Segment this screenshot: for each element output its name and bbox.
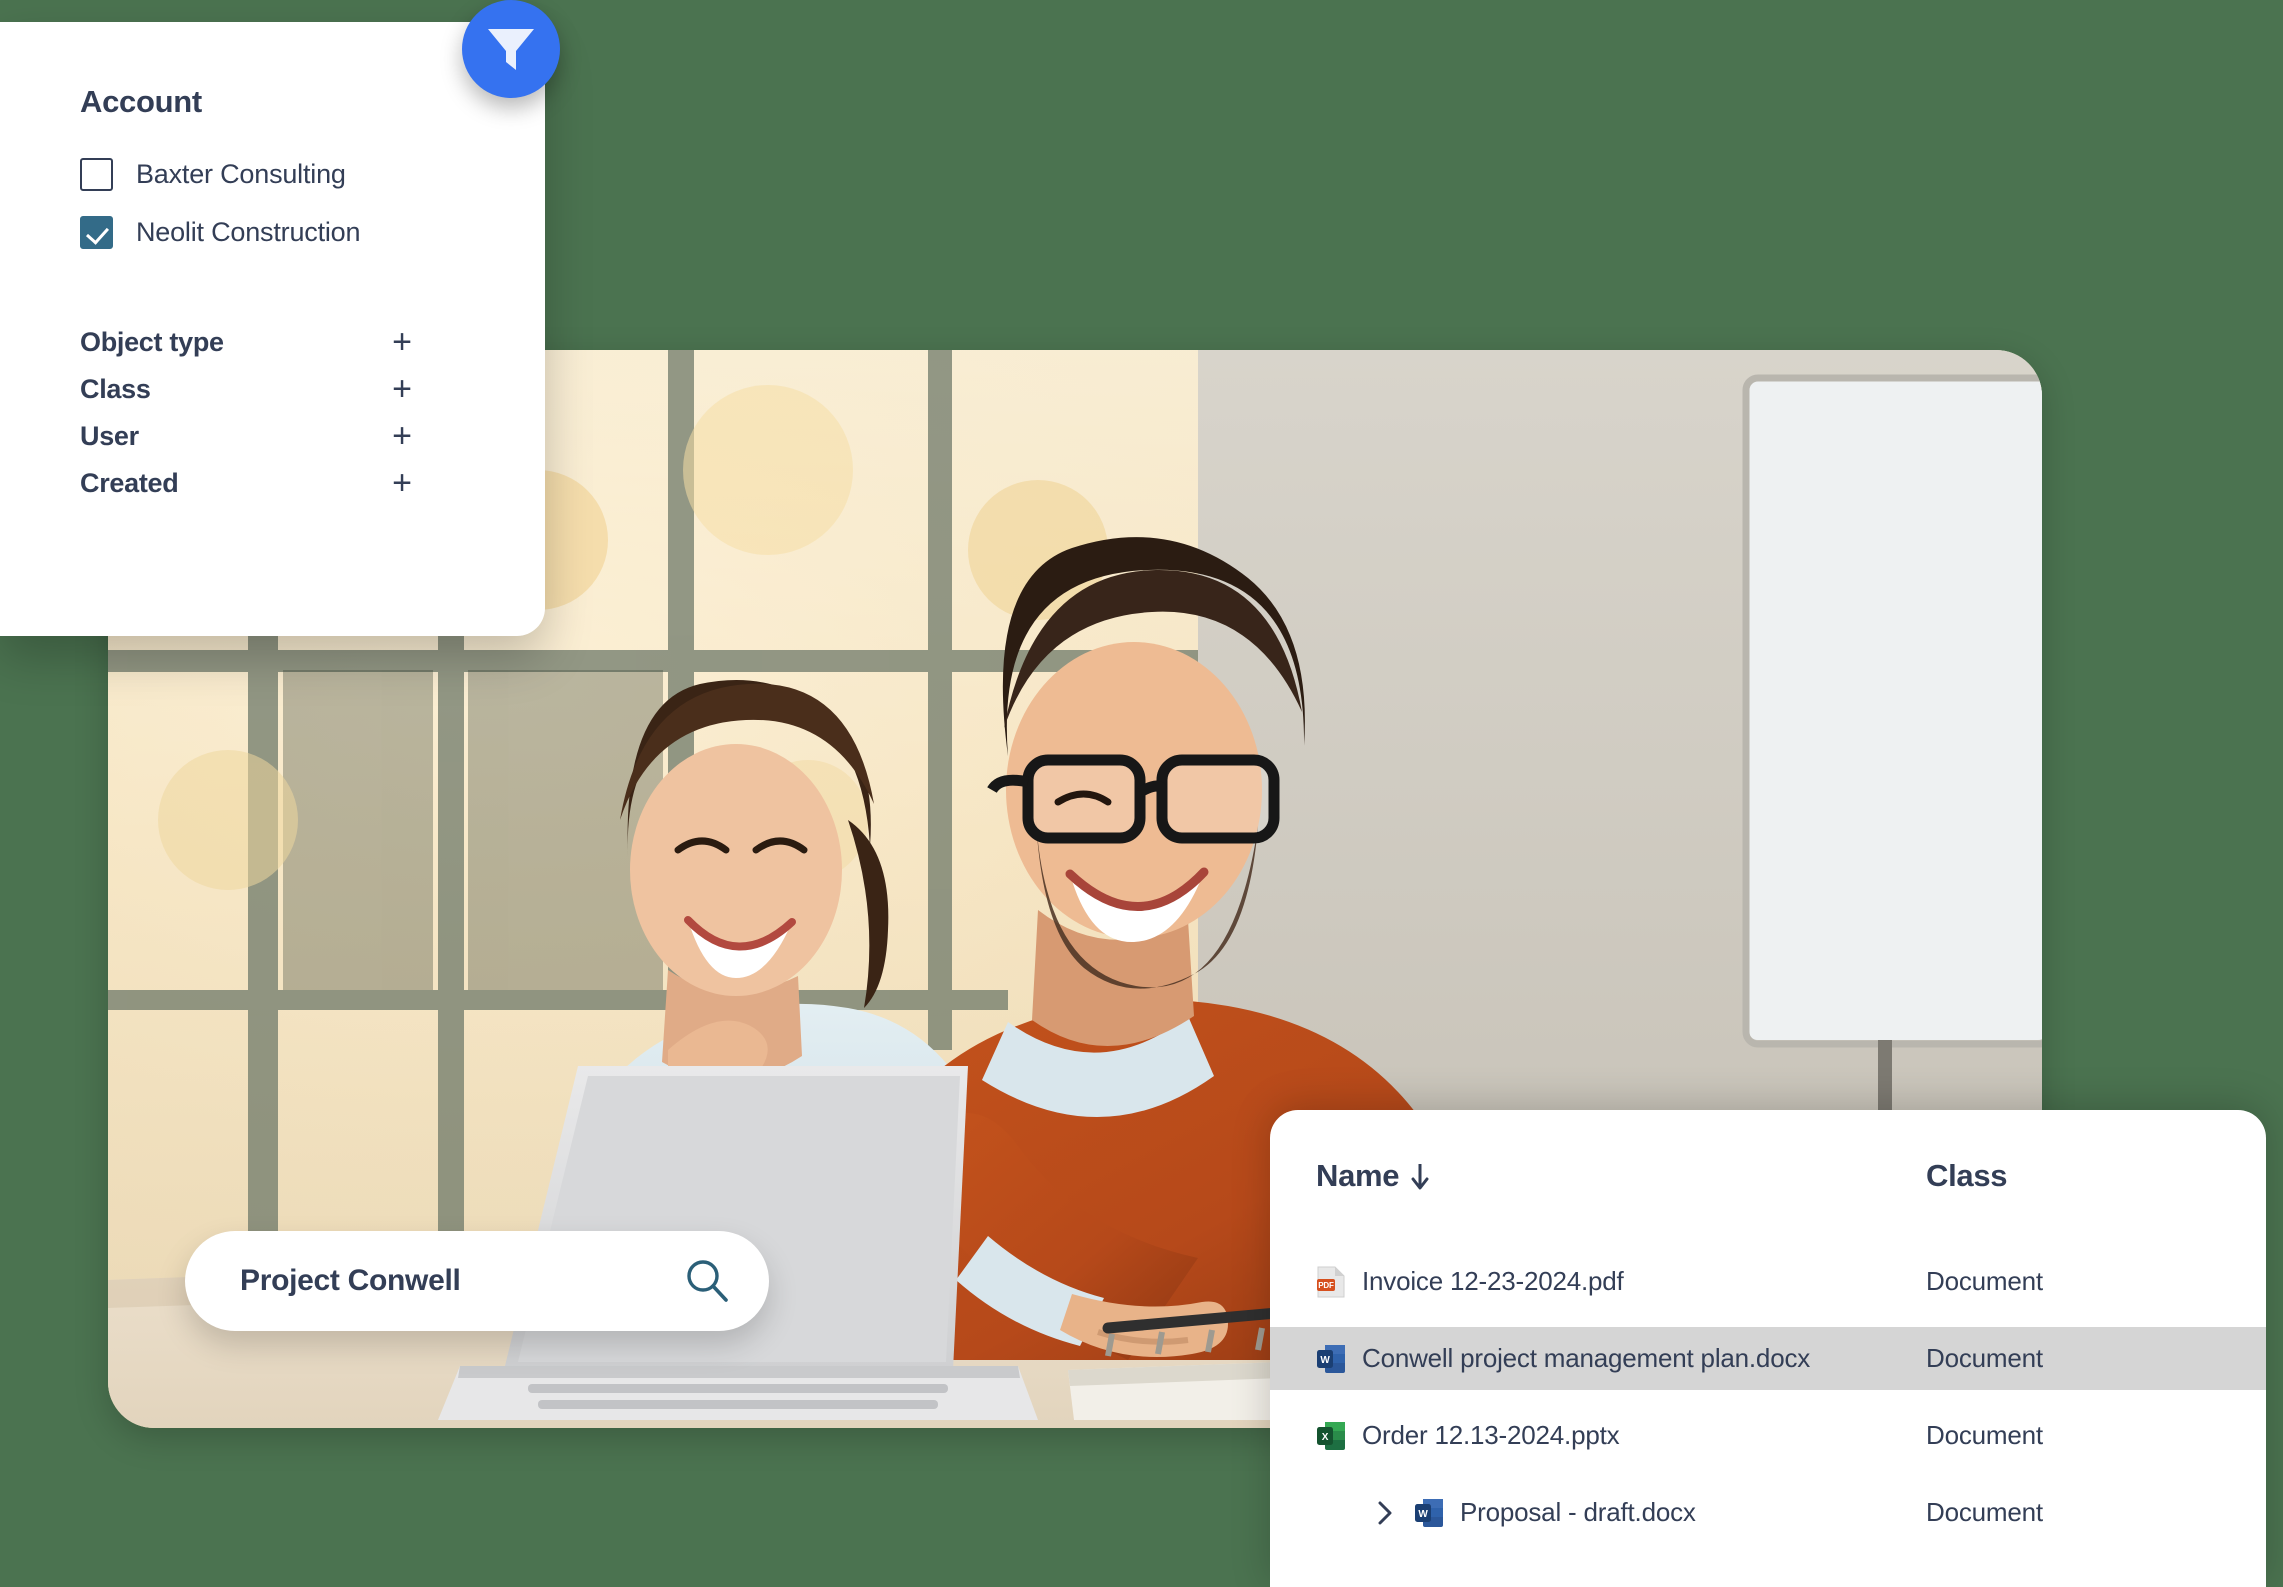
- account-checkbox-baxter-consulting[interactable]: [80, 158, 113, 191]
- file-name-cell: X Order 12.13-2024.pptx: [1316, 1419, 1926, 1453]
- account-option-label: Baxter Consulting: [136, 159, 346, 189]
- file-name-cell: W Proposal - draft.docx: [1374, 1496, 1926, 1530]
- chevron-right-icon[interactable]: [1374, 1496, 1396, 1530]
- table-row[interactable]: PDF Invoice 12-23-2024.pdf Document: [1270, 1250, 2266, 1313]
- column-header-name-label: Name: [1316, 1158, 1400, 1193]
- account-option-label: Neolit Construction: [136, 217, 361, 247]
- facet-label: User: [80, 420, 139, 451]
- results-header-row: Name Class: [1270, 1110, 2266, 1242]
- page-stage: Account Baxter Consulting Neolit Constru…: [0, 0, 2283, 1587]
- column-header-name[interactable]: Name: [1316, 1158, 1926, 1194]
- table-row[interactable]: W Proposal - draft.docx Document: [1270, 1481, 2266, 1544]
- word-file-icon: W: [1316, 1342, 1346, 1376]
- facet-label: Created: [80, 467, 179, 498]
- file-class-cell: Document: [1926, 1497, 2043, 1527]
- table-row[interactable]: X Order 12.13-2024.pptx Document: [1270, 1404, 2266, 1467]
- column-header-class[interactable]: Class: [1926, 1158, 2266, 1194]
- facet-user[interactable]: User +: [80, 419, 416, 453]
- facet-created[interactable]: Created +: [80, 466, 416, 500]
- file-class-cell: Document: [1926, 1343, 2043, 1373]
- facet-list: Object type + Class + User + Created +: [80, 325, 545, 500]
- svg-text:X: X: [1322, 1432, 1329, 1443]
- account-option-neolit-construction[interactable]: Neolit Construction: [80, 216, 545, 249]
- file-name-label: Conwell project management plan.docx: [1362, 1343, 1811, 1373]
- svg-text:PDF: PDF: [1318, 1281, 1334, 1290]
- svg-text:W: W: [1320, 1355, 1330, 1366]
- filter-funnel-icon: [485, 24, 537, 74]
- excel-file-icon: X: [1316, 1419, 1346, 1453]
- facet-label: Class: [80, 373, 151, 404]
- plus-icon[interactable]: +: [388, 419, 416, 453]
- search-magnifier-icon[interactable]: [683, 1257, 731, 1305]
- file-class-cell: Document: [1926, 1420, 2043, 1450]
- facet-label: Object type: [80, 326, 224, 357]
- filter-button[interactable]: [462, 0, 560, 98]
- column-header-class-label: Class: [1926, 1158, 2008, 1193]
- file-name-label: Invoice 12-23-2024.pdf: [1362, 1266, 1624, 1296]
- filter-panel: Account Baxter Consulting Neolit Constru…: [0, 22, 545, 636]
- pdf-file-icon: PDF: [1316, 1265, 1346, 1299]
- file-class-cell: Document: [1926, 1266, 2043, 1296]
- file-name-cell: W Conwell project management plan.docx: [1316, 1342, 1926, 1376]
- table-row[interactable]: W Conwell project management plan.docx D…: [1270, 1327, 2266, 1390]
- sort-descending-icon[interactable]: [1410, 1161, 1430, 1191]
- word-file-icon: W: [1414, 1496, 1444, 1530]
- file-name-cell: PDF Invoice 12-23-2024.pdf: [1316, 1265, 1926, 1299]
- file-name-label: Order 12.13-2024.pptx: [1362, 1420, 1620, 1450]
- search-input[interactable]: [240, 1264, 683, 1298]
- plus-icon[interactable]: +: [388, 466, 416, 500]
- results-panel: Name Class PDF Invoice 12-23-2024.pdf Do…: [1270, 1110, 2266, 1587]
- account-checkbox-neolit-construction[interactable]: [80, 216, 113, 249]
- account-option-baxter-consulting[interactable]: Baxter Consulting: [80, 158, 545, 191]
- plus-icon[interactable]: +: [388, 325, 416, 359]
- account-section-title: Account: [80, 84, 202, 119]
- facet-object-type[interactable]: Object type +: [80, 325, 416, 359]
- facet-class[interactable]: Class +: [80, 372, 416, 406]
- plus-icon[interactable]: +: [388, 372, 416, 406]
- svg-text:W: W: [1418, 1509, 1428, 1520]
- file-name-label: Proposal - draft.docx: [1460, 1497, 1696, 1527]
- search-bar[interactable]: [185, 1231, 769, 1331]
